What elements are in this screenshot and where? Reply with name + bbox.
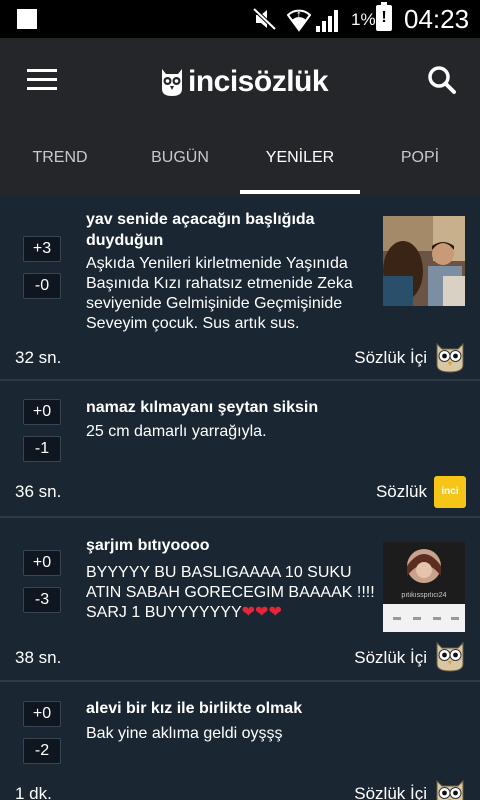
entry-item[interactable]: +0 -3 şarjım bıtıyoooo BYYYYY BU BASLIGA… — [0, 520, 480, 682]
downvote-button[interactable]: -3 — [23, 587, 61, 613]
entry-body: Aşkıda Yenileri kirletmenide Yaşınıda Ba… — [86, 255, 353, 332]
entry-source[interactable]: Sözlük — [376, 482, 427, 502]
entry-thumbnail[interactable]: pıtıkısspıtıcı24 — [383, 542, 465, 632]
downvote-button[interactable]: -0 — [23, 273, 61, 299]
status-bar: ↑ 1% ! 04:23 — [0, 0, 480, 38]
owl-logo-icon — [162, 69, 182, 96]
battery-percent: 1% — [351, 10, 376, 29]
upvote-button[interactable]: +0 — [23, 701, 61, 727]
heart-icons: ❤❤❤ — [241, 604, 282, 621]
mute-icon — [253, 8, 277, 30]
search-icon[interactable] — [427, 65, 457, 95]
entry-title[interactable]: şarjım bıtıyoooo — [86, 535, 210, 556]
entry-item[interactable]: +3 -0 yav senide açacağın başlığıda duyd… — [0, 196, 480, 381]
upvote-button[interactable]: +0 — [23, 550, 61, 576]
upvote-button[interactable]: +3 — [23, 236, 61, 262]
wifi-icon: ↑ — [287, 9, 311, 32]
tab-trend[interactable]: TREND — [0, 134, 120, 194]
tab-popi[interactable]: POPİ — [360, 134, 480, 194]
downvote-button[interactable]: -2 — [23, 738, 61, 764]
entry-source[interactable]: Sözlük İçi — [354, 348, 427, 368]
entry-body: Bak yine aklıma geldi oyşşş — [86, 725, 283, 742]
owl-icon — [436, 641, 464, 672]
app-logo: incisözlük — [160, 62, 329, 102]
notification-icon — [17, 9, 37, 29]
thumbnail-caption: pıtıkısspıtıcı24 — [401, 592, 447, 599]
entry-source[interactable]: Sözlük İçi — [354, 784, 427, 800]
signal-icon — [316, 10, 338, 32]
entry-time: 1 dk. — [15, 784, 52, 800]
entry-item[interactable]: +0 -1 namaz kılmayanı şeytan siksin 25 c… — [0, 383, 480, 518]
upvote-button[interactable]: +0 — [23, 399, 61, 425]
entry-title[interactable]: namaz kılmayanı şeytan siksin — [86, 397, 318, 418]
entry-body: 25 cm damarlı yarrağıyla. — [86, 423, 267, 440]
entry-item[interactable]: +0 -2 alevi bir kız ile birlikte olmak B… — [0, 684, 480, 800]
entry-thumbnail[interactable] — [383, 216, 465, 306]
active-tab-indicator — [240, 190, 360, 194]
battery-icon: ! — [376, 2, 392, 31]
entry-time: 36 sn. — [15, 482, 62, 501]
menu-button[interactable] — [27, 69, 57, 93]
tab-bugun[interactable]: BUGÜN — [120, 134, 240, 194]
tab-yeniler[interactable]: YENİLER — [240, 134, 360, 194]
owl-icon — [436, 779, 464, 800]
app-title: incisözlük — [188, 65, 329, 98]
tab-bar: TREND BUGÜN YENİLER POPİ — [0, 134, 480, 194]
clock: 04:23 — [404, 4, 470, 34]
svg-text:↑: ↑ — [296, 11, 302, 19]
entry-time: 32 sn. — [15, 348, 62, 367]
entry-time: 38 sn. — [15, 648, 62, 667]
inci-logo-icon: inci — [434, 476, 466, 508]
entry-body: BYYYYY BU BASLIGAAAA 10 SUKU ATIN SABAH … — [86, 564, 375, 621]
downvote-button[interactable]: -1 — [23, 436, 61, 462]
owl-icon — [436, 342, 464, 373]
entry-source[interactable]: Sözlük İçi — [354, 648, 427, 668]
app-bar: incisözlük TREND BUGÜN YENİLER POPİ — [0, 38, 480, 196]
entry-title[interactable]: alevi bir kız ile birlikte olmak — [86, 698, 302, 719]
entry-title[interactable]: yav senide açacağın başlığıda duyduğun — [86, 209, 315, 251]
